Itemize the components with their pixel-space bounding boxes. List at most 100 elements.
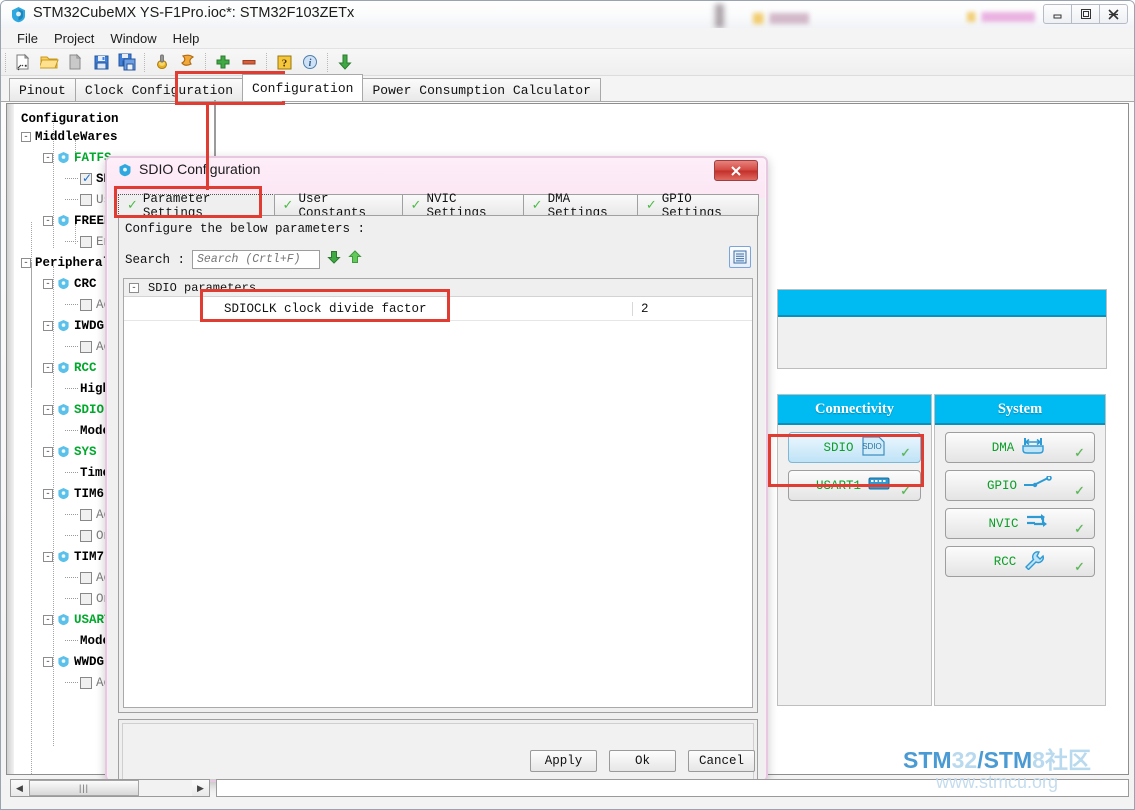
tree-item-wwdg[interactable]: - WWDG <box>43 651 104 672</box>
tree-item-rcc[interactable]: - RCC <box>43 357 97 378</box>
tree-checkbox[interactable] <box>80 298 92 311</box>
open-project-icon[interactable] <box>36 50 62 74</box>
expander-icon[interactable]: - <box>43 404 53 415</box>
tree-item-mode[interactable]: Mode <box>65 420 110 441</box>
save-all-icon[interactable] <box>114 50 140 74</box>
about-icon[interactable]: i <box>297 50 323 74</box>
tree-checkbox[interactable] <box>80 676 92 689</box>
tree-item-middlewares[interactable]: - MiddleWares <box>21 126 118 147</box>
list-view-button[interactable] <box>729 246 751 268</box>
tree-item-freer[interactable]: - FREER <box>43 210 112 231</box>
tree-checkbox[interactable] <box>80 171 92 185</box>
table-row[interactable]: SDIOCLK clock divide factor 2 <box>124 297 752 321</box>
dialog-tab-nvic-settings[interactable]: ✓ NVIC Settings <box>401 192 524 220</box>
tree-checkbox[interactable] <box>80 193 92 206</box>
expander-icon[interactable]: - <box>43 152 53 163</box>
tree-item-tim7[interactable]: - TIM7 <box>43 546 104 567</box>
search-input[interactable] <box>192 250 321 269</box>
tree-item-high[interactable]: High <box>65 378 110 399</box>
menu-project[interactable]: Project <box>46 30 102 47</box>
tree-checkbox[interactable] <box>80 592 92 605</box>
tree-checkbox[interactable] <box>80 340 92 353</box>
ip-button-dma[interactable]: DMA ✓ <box>945 432 1095 463</box>
check-icon: ✓ <box>645 198 657 213</box>
ip-button-rcc[interactable]: RCC ✓ <box>945 546 1095 577</box>
ok-button[interactable]: Ok <box>609 750 676 772</box>
generate-code-icon[interactable] <box>149 50 175 74</box>
scroll-left-arrow[interactable]: ◀ <box>11 780 28 796</box>
expander-icon[interactable]: - <box>43 656 53 667</box>
parameter-value[interactable]: 2 <box>632 301 752 316</box>
expander-icon[interactable]: - <box>43 551 53 562</box>
ip-button-gpio[interactable]: GPIO ✓ <box>945 470 1095 501</box>
arrow-down-icon[interactable] <box>327 250 341 269</box>
save-icon[interactable] <box>88 50 114 74</box>
gpio-switch-icon <box>1023 474 1053 496</box>
dialog-tab-gpio-settings[interactable]: ✓ GPIO Settings <box>636 192 759 220</box>
minimize-button[interactable] <box>1043 4 1072 24</box>
menu-window[interactable]: Window <box>102 30 164 47</box>
expander-icon[interactable]: - <box>43 362 53 373</box>
tree-item-sys[interactable]: - SYS <box>43 441 97 462</box>
tree-checkbox[interactable] <box>80 508 92 521</box>
tree-connector <box>65 199 78 200</box>
expander-icon[interactable]: - <box>43 446 53 457</box>
ip-button-label: USART1 <box>815 478 861 493</box>
generate-report-icon[interactable] <box>175 50 201 74</box>
close-button[interactable] <box>1099 4 1128 24</box>
tree-item-sdio[interactable]: - SDIO <box>43 399 104 420</box>
help-icon[interactable]: ? <box>271 50 297 74</box>
tab-pinout[interactable]: Pinout <box>9 78 76 101</box>
parameter-group-header[interactable]: - SDIO parameters <box>124 279 752 297</box>
dialog-tab-user-constants[interactable]: ✓ User Constants <box>273 192 403 220</box>
expander-icon[interactable]: - <box>21 131 31 142</box>
dialog-tab-parameter-settings[interactable]: ✓ Parameter Settings <box>118 192 275 220</box>
configured-check-icon: ✓ <box>900 446 911 461</box>
dialog-title: SDIO Configuration <box>139 161 261 177</box>
tree-checkbox[interactable] <box>80 529 92 542</box>
parameters-table[interactable]: - SDIO parameters SDIOCLK clock divide f… <box>123 278 753 708</box>
menu-file[interactable]: File <box>9 30 46 47</box>
zoom-in-icon[interactable] <box>210 50 236 74</box>
arrow-up-icon[interactable] <box>348 250 362 269</box>
tree-checkbox[interactable] <box>80 235 92 248</box>
tree-connector <box>65 640 78 641</box>
expander-icon[interactable]: - <box>43 614 53 625</box>
save-copy-icon[interactable] <box>62 50 88 74</box>
configured-check-icon: ✓ <box>1074 560 1085 575</box>
tree-connector <box>65 472 78 473</box>
tree-item-mode[interactable]: Mode <box>65 630 110 651</box>
tree-item-usart[interactable]: - USART <box>43 609 112 630</box>
apply-button[interactable]: Apply <box>530 750 597 772</box>
new-project-icon[interactable] <box>10 50 36 74</box>
expander-icon[interactable]: - <box>43 320 53 331</box>
update-icon[interactable] <box>332 50 358 74</box>
scroll-right-arrow[interactable]: ▶ <box>192 780 209 796</box>
tab-power-consumption-calculator[interactable]: Power Consumption Calculator <box>362 78 601 101</box>
tree-item-tim6[interactable]: - TIM6 <box>43 483 104 504</box>
tree-item-crc[interactable]: - CRC <box>43 273 97 294</box>
horizontal-scrollbar[interactable]: ◀ ||| ▶ <box>10 779 210 797</box>
cancel-button[interactable]: Cancel <box>688 750 755 772</box>
tab-clock-configuration[interactable]: Clock Configuration <box>74 78 244 101</box>
dialog-close-button[interactable] <box>714 160 758 181</box>
maximize-button[interactable] <box>1071 4 1100 24</box>
tree-item-iwdg[interactable]: - IWDG <box>43 315 104 336</box>
dialog-tab-dma-settings[interactable]: ✓ DMA Settings <box>522 192 638 220</box>
tab-configuration[interactable]: Configuration <box>242 74 364 101</box>
ip-button-sdio[interactable]: SDIO SDIO ✓ <box>788 432 921 463</box>
expander-icon[interactable]: - <box>43 488 53 499</box>
tree-item-peripheral[interactable]: - Peripheral <box>21 252 110 273</box>
tree-checkbox[interactable] <box>80 571 92 584</box>
ip-button-usart1[interactable]: USART1 ✓ <box>788 470 921 501</box>
expander-icon[interactable]: - <box>21 257 31 268</box>
expander-icon[interactable]: - <box>43 278 53 289</box>
toolbar-separator <box>266 52 267 72</box>
scroll-thumb[interactable]: ||| <box>29 780 139 796</box>
collapse-icon[interactable]: - <box>129 282 139 293</box>
tree-item-fatfs[interactable]: - FATFS <box>43 147 112 168</box>
menu-help[interactable]: Help <box>165 30 208 47</box>
ip-button-nvic[interactable]: NVIC ✓ <box>945 508 1095 539</box>
zoom-out-icon[interactable] <box>236 50 262 74</box>
expander-icon[interactable]: - <box>43 215 53 226</box>
